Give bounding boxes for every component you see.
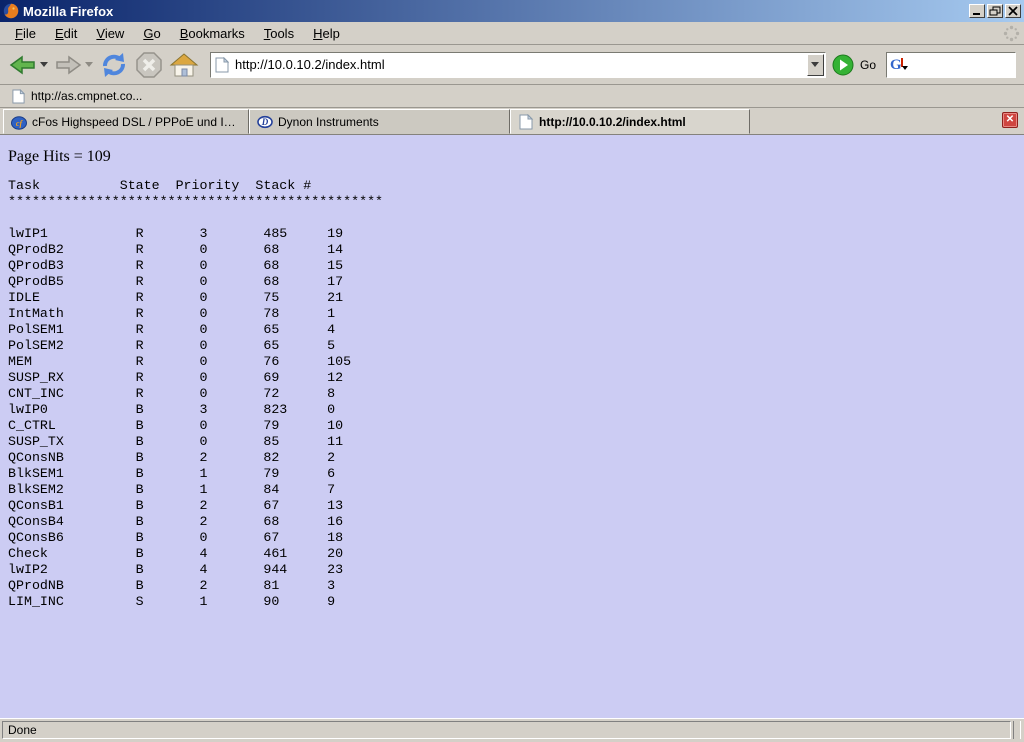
task-table: Task State Priority Stack # ************… bbox=[8, 178, 1024, 610]
bookmark-item[interactable]: http://as.cmpnet.co... bbox=[8, 87, 146, 106]
resize-grip[interactable] bbox=[1013, 721, 1021, 739]
page-content: Page Hits = 109 Task State Priority Stac… bbox=[0, 135, 1024, 718]
page-icon bbox=[12, 89, 25, 104]
restore-icon bbox=[989, 6, 1001, 16]
home-icon bbox=[169, 52, 199, 78]
tab-label: cFos Highspeed DSL / PPPoE und ISDN CAP.… bbox=[32, 115, 241, 129]
reload-button[interactable] bbox=[96, 48, 132, 82]
bookmarks-toolbar: http://as.cmpnet.co... bbox=[0, 85, 1024, 108]
close-icon bbox=[1007, 6, 1019, 16]
back-dropdown-arrow[interactable] bbox=[40, 62, 48, 67]
minimize-button[interactable] bbox=[969, 4, 985, 18]
reload-icon bbox=[99, 51, 129, 79]
tab-dynon[interactable]: D Dynon Instruments bbox=[249, 109, 510, 134]
menu-view[interactable]: View bbox=[91, 23, 129, 44]
back-button[interactable] bbox=[6, 50, 51, 80]
forward-arrow-icon bbox=[54, 53, 82, 77]
search-box[interactable]: G bbox=[886, 52, 1016, 78]
url-input[interactable] bbox=[229, 53, 807, 77]
restore-button[interactable] bbox=[987, 4, 1003, 18]
home-button[interactable] bbox=[166, 49, 202, 81]
tab-bar: cf cFos Highspeed DSL / PPPoE und ISDN C… bbox=[0, 108, 1024, 135]
back-arrow-icon bbox=[9, 53, 37, 77]
go-button-label[interactable]: Go bbox=[860, 58, 876, 72]
close-button[interactable] bbox=[1005, 4, 1021, 18]
activity-throbber-icon bbox=[1003, 25, 1020, 42]
menu-tools[interactable]: Tools bbox=[259, 23, 299, 44]
navigation-toolbar: Go G bbox=[0, 45, 1024, 85]
google-search-icon[interactable]: G bbox=[890, 56, 910, 74]
page-icon bbox=[215, 57, 229, 73]
status-bar: Done bbox=[0, 718, 1024, 742]
stop-icon bbox=[135, 51, 163, 79]
status-text: Done bbox=[2, 721, 1011, 739]
url-history-dropdown[interactable] bbox=[807, 54, 824, 76]
titlebar: Mozilla Firefox bbox=[0, 0, 1024, 22]
menu-edit[interactable]: Edit bbox=[50, 23, 82, 44]
minimize-icon bbox=[971, 6, 983, 16]
tab-cfos[interactable]: cf cFos Highspeed DSL / PPPoE und ISDN C… bbox=[3, 109, 249, 134]
chevron-down-icon bbox=[811, 62, 819, 67]
go-button[interactable] bbox=[832, 54, 854, 76]
window-title: Mozilla Firefox bbox=[23, 4, 969, 19]
page-favicon bbox=[518, 114, 534, 130]
menu-bookmarks[interactable]: Bookmarks bbox=[175, 23, 250, 44]
svg-text:D: D bbox=[261, 117, 269, 127]
menu-help[interactable]: Help bbox=[308, 23, 345, 44]
menubar: File Edit View Go Bookmarks Tools Help bbox=[0, 22, 1024, 45]
tab-label: Dynon Instruments bbox=[278, 115, 379, 129]
search-input[interactable] bbox=[910, 53, 1015, 77]
page-hits-text: Page Hits = 109 bbox=[8, 148, 1024, 166]
tab-label: http://10.0.10.2/index.html bbox=[539, 115, 686, 129]
url-bar[interactable] bbox=[210, 52, 826, 78]
tab-index-html[interactable]: http://10.0.10.2/index.html bbox=[510, 109, 750, 134]
dynon-favicon: D bbox=[257, 114, 273, 130]
stop-button[interactable] bbox=[132, 48, 166, 82]
forward-button[interactable] bbox=[51, 50, 96, 80]
cfos-favicon: cf bbox=[11, 114, 27, 130]
browser-window: Mozilla Firefox File Edit View Go Bookma… bbox=[0, 0, 1024, 742]
bookmark-label: http://as.cmpnet.co... bbox=[31, 89, 142, 103]
menu-go[interactable]: Go bbox=[138, 23, 165, 44]
close-tab-button[interactable]: ✕ bbox=[1002, 112, 1018, 128]
forward-dropdown-arrow[interactable] bbox=[85, 62, 93, 67]
menu-file[interactable]: File bbox=[10, 23, 41, 44]
firefox-logo-icon bbox=[3, 3, 19, 19]
